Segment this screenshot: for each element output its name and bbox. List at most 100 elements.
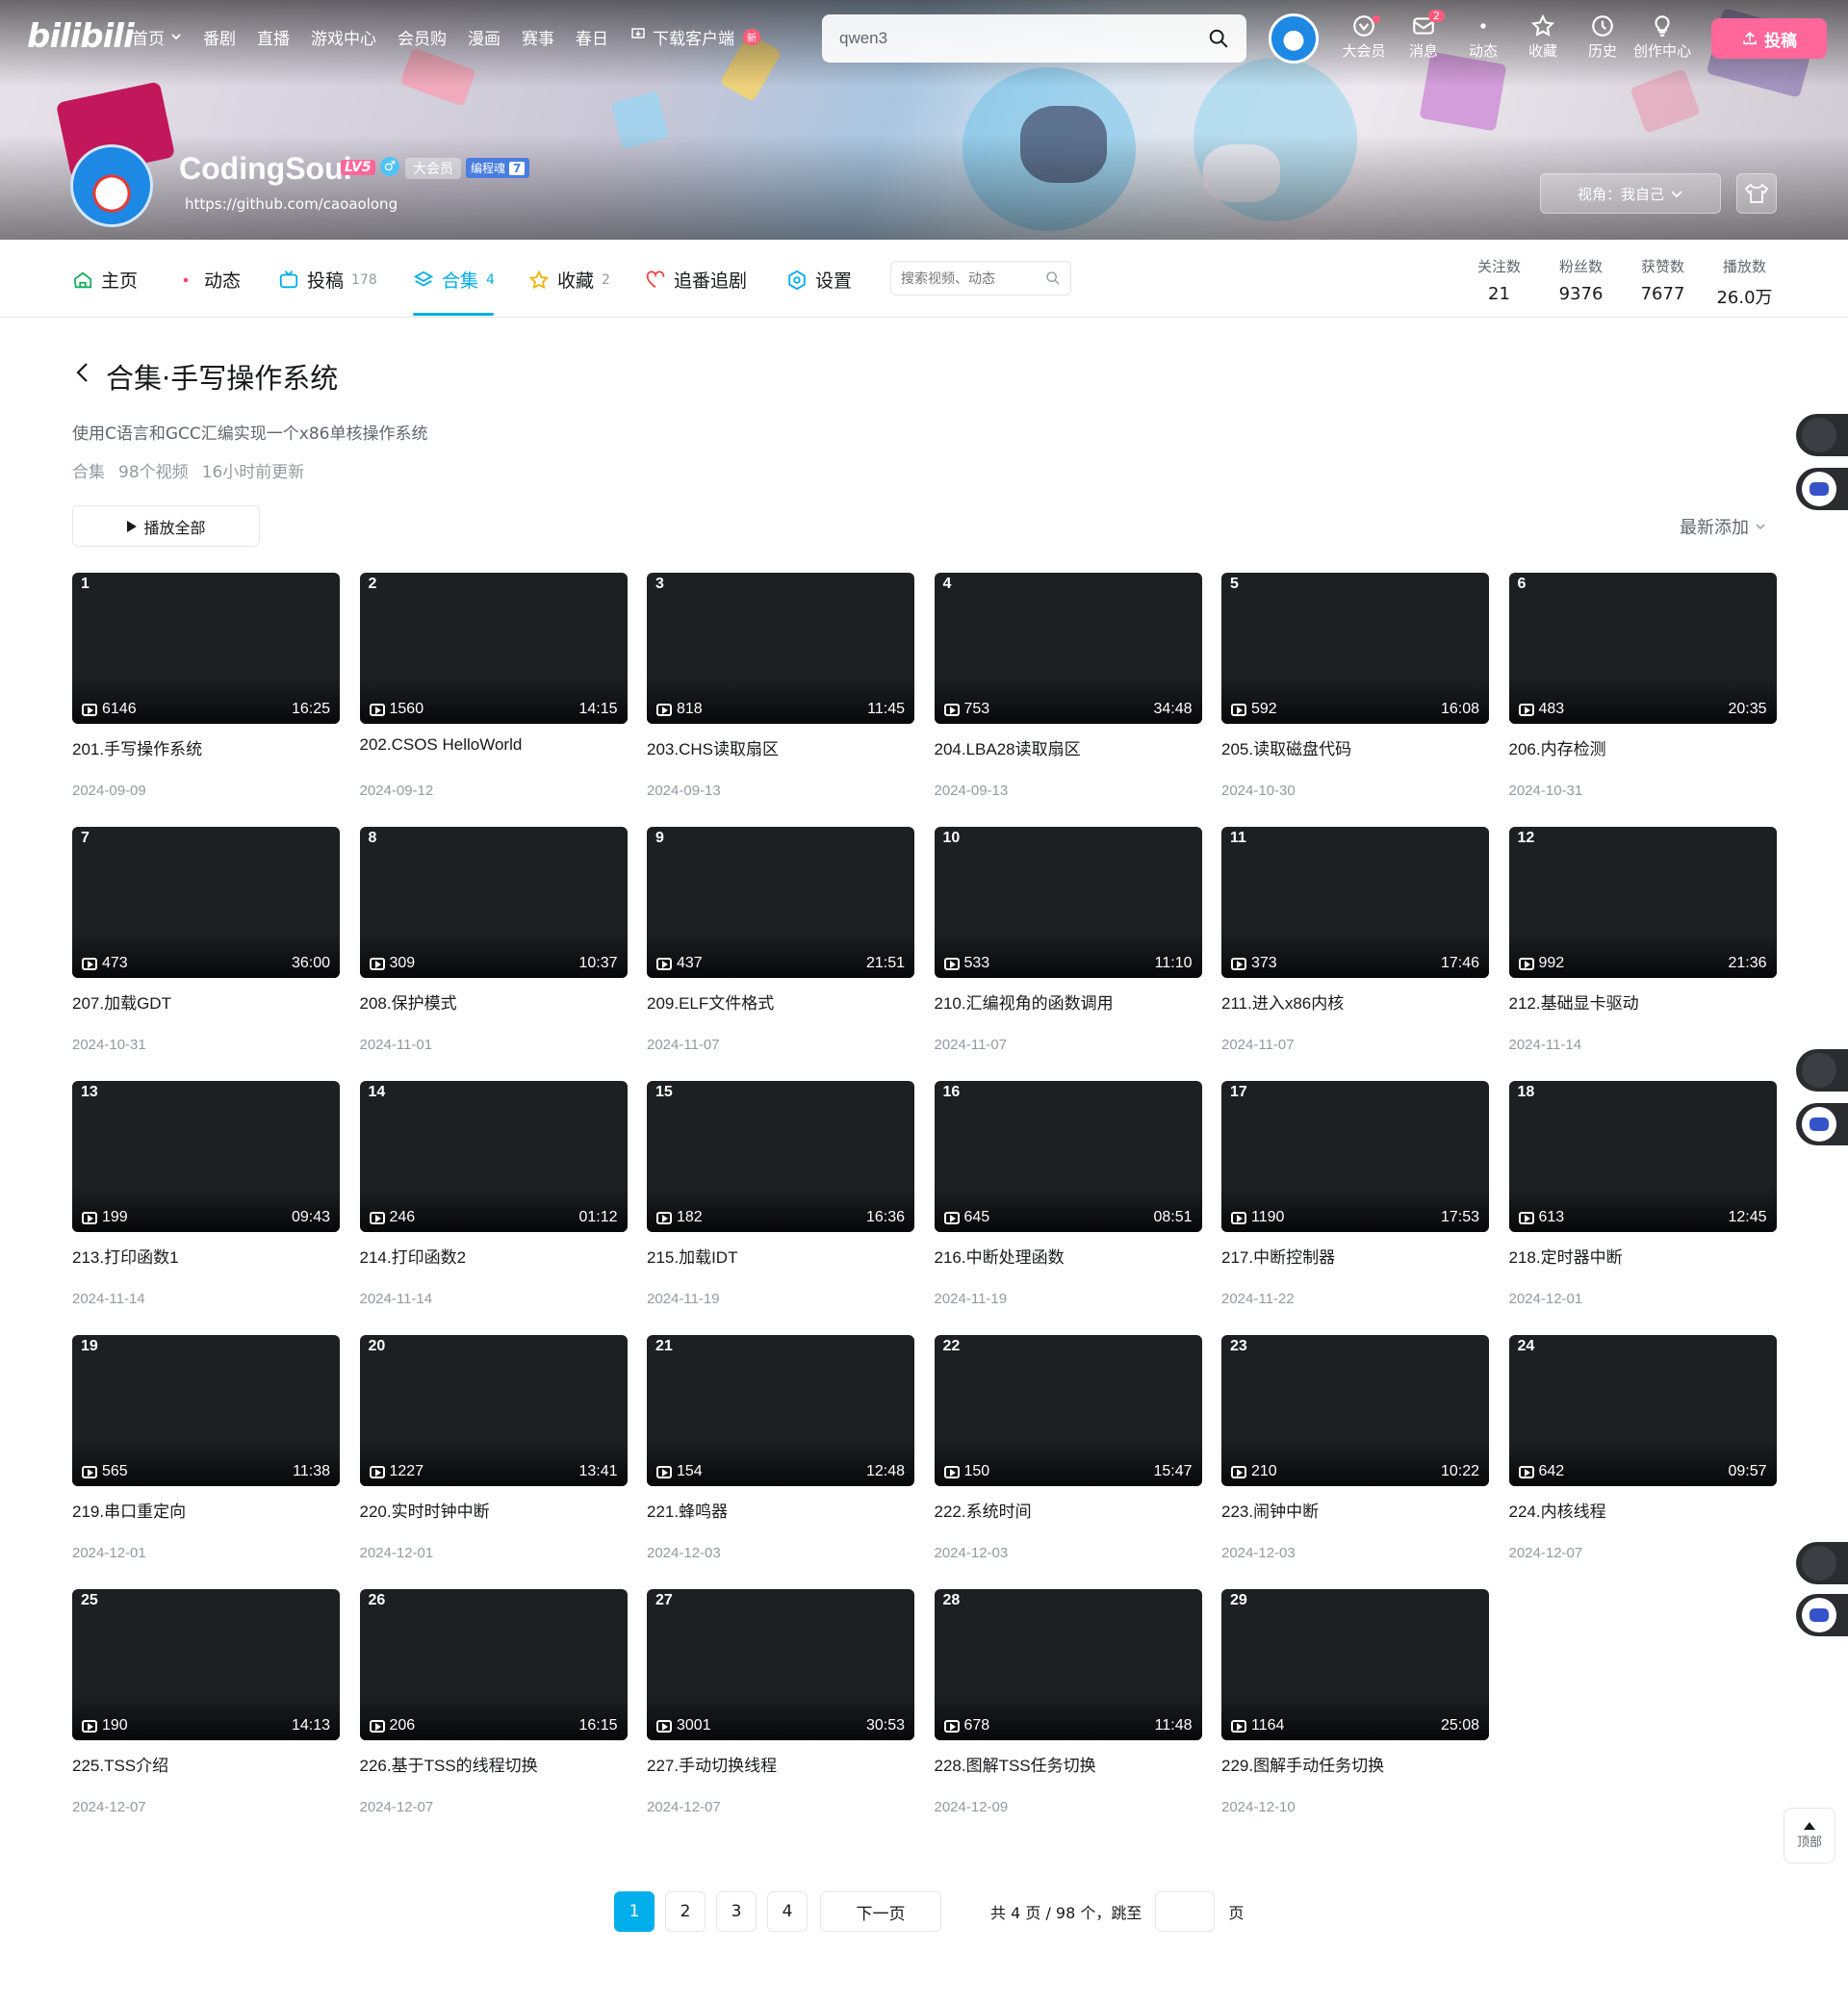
- video-thumbnail[interactable]: 24 642 09:57: [1508, 1335, 1777, 1486]
- video-card[interactable]: 23 210 10:22 223.闹钟中断 2024-12-03: [1221, 1335, 1489, 1589]
- video-thumbnail[interactable]: 28 678 11:48: [934, 1589, 1202, 1740]
- video-title[interactable]: 214.打印函数2: [360, 1244, 628, 1268]
- video-thumbnail[interactable]: 2 1560 14:15: [359, 573, 628, 724]
- video-title[interactable]: 209.ELF文件格式: [647, 989, 914, 1014]
- video-title[interactable]: 228.图解TSS任务切换: [935, 1752, 1202, 1776]
- tab-2[interactable]: 投稿 178: [278, 267, 377, 293]
- page-button[interactable]: 4: [767, 1891, 808, 1932]
- nav-item[interactable]: 春日: [576, 25, 608, 49]
- fan-medal[interactable]: 编程魂 7: [466, 158, 530, 178]
- stat-item[interactable]: 播放数 26.0万: [1704, 256, 1785, 309]
- header-action[interactable]: 消息 2: [1394, 10, 1453, 61]
- nav-item[interactable]: 赛事: [522, 25, 554, 49]
- video-thumbnail[interactable]: 1 6146 16:25: [72, 573, 340, 724]
- video-thumbnail[interactable]: 7 473 36:00: [72, 827, 340, 978]
- video-title[interactable]: 202.CSOS HelloWorld: [360, 735, 628, 755]
- tab-3[interactable]: 合集 4: [413, 267, 495, 293]
- video-title[interactable]: 211.进入x86内核: [1221, 989, 1489, 1014]
- video-thumbnail[interactable]: 27 3001 30:53: [647, 1589, 914, 1740]
- video-thumbnail[interactable]: 4 753 34:48: [934, 573, 1202, 724]
- stat-item[interactable]: 粉丝数 9376: [1540, 256, 1622, 309]
- video-card[interactable]: 16 645 08:51 216.中断处理函数 2024-11-19: [934, 1081, 1202, 1335]
- video-card[interactable]: 22 150 15:47 222.系统时间 2024-12-03: [934, 1335, 1202, 1589]
- video-card[interactable]: 9 437 21:51 209.ELF文件格式 2024-11-07: [647, 827, 914, 1081]
- video-thumbnail[interactable]: 13 199 09:43: [72, 1081, 340, 1232]
- float-widget[interactable]: [1796, 1103, 1848, 1145]
- video-card[interactable]: 5 592 16:08 205.读取磁盘代码 2024-10-30: [1221, 573, 1489, 827]
- video-card[interactable]: 12 992 21:36 212.基础显卡驱动 2024-11-14: [1508, 827, 1777, 1081]
- video-thumbnail[interactable]: 15 182 16:36: [647, 1081, 914, 1232]
- video-card[interactable]: 14 246 01:12 214.打印函数2 2024-11-14: [359, 1081, 628, 1335]
- page-jump-input[interactable]: [1155, 1891, 1216, 1932]
- video-thumbnail[interactable]: 25 190 14:13: [72, 1589, 340, 1740]
- video-title[interactable]: 208.保护模式: [360, 989, 628, 1014]
- nav-item[interactable]: 会员购: [398, 25, 447, 49]
- video-title[interactable]: 205.读取磁盘代码: [1221, 735, 1489, 759]
- video-card[interactable]: 11 373 17:46 211.进入x86内核 2024-11-07: [1221, 827, 1489, 1081]
- video-title[interactable]: 219.串口重定向: [72, 1498, 340, 1522]
- next-page-button[interactable]: 下一页: [820, 1891, 941, 1932]
- video-thumbnail[interactable]: 23 210 10:22: [1221, 1335, 1489, 1486]
- nav-item[interactable]: 下载客户端新: [629, 25, 760, 49]
- video-card[interactable]: 15 182 16:36 215.加载IDT 2024-11-19: [647, 1081, 914, 1335]
- video-card[interactable]: 13 199 09:43 213.打印函数1 2024-11-14: [72, 1081, 340, 1335]
- video-title[interactable]: 213.打印函数1: [72, 1244, 340, 1268]
- page-button[interactable]: 3: [716, 1891, 757, 1932]
- header-action[interactable]: 创作中心: [1632, 13, 1692, 61]
- float-widget[interactable]: [1796, 1594, 1848, 1636]
- video-card[interactable]: 10 533 11:10 210.汇编视角的函数调用 2024-11-07: [934, 827, 1202, 1081]
- video-title[interactable]: 217.中断控制器: [1221, 1244, 1489, 1268]
- video-title[interactable]: 224.内核线程: [1509, 1498, 1777, 1522]
- video-card[interactable]: 2 1560 14:15 202.CSOS HelloWorld 2024-09-12: [359, 573, 628, 827]
- space-search[interactable]: [890, 261, 1071, 295]
- video-card[interactable]: 20 1227 13:41 220.实时时钟中断 2024-12-01: [359, 1335, 628, 1589]
- video-title[interactable]: 207.加载GDT: [72, 989, 340, 1014]
- video-title[interactable]: 212.基础显卡驱动: [1509, 989, 1777, 1014]
- video-thumbnail[interactable]: 10 533 11:10: [934, 827, 1202, 978]
- search-input[interactable]: [839, 29, 1208, 48]
- video-thumbnail[interactable]: 5 592 16:08: [1221, 573, 1489, 724]
- video-card[interactable]: 25 190 14:13 225.TSS介绍 2024-12-07: [72, 1589, 340, 1843]
- skin-button[interactable]: [1736, 173, 1777, 214]
- video-thumbnail[interactable]: 26 206 16:15: [359, 1589, 628, 1740]
- sort-select[interactable]: 最新添加: [1680, 514, 1766, 539]
- video-card[interactable]: 6 483 20:35 206.内存检测 2024-10-31: [1508, 573, 1777, 827]
- video-thumbnail[interactable]: 19 565 11:38: [72, 1335, 340, 1486]
- page-button[interactable]: 1: [614, 1891, 654, 1932]
- float-widget[interactable]: [1796, 1542, 1848, 1584]
- float-widget[interactable]: [1796, 468, 1848, 510]
- video-card[interactable]: 1 6146 16:25 201.手写操作系统 2024-09-09: [72, 573, 340, 827]
- video-card[interactable]: 24 642 09:57 224.内核线程 2024-12-07: [1508, 1335, 1777, 1589]
- back-arrow-icon[interactable]: [73, 358, 92, 387]
- upload-button[interactable]: 投稿: [1711, 18, 1827, 59]
- header-action[interactable]: 历史: [1573, 13, 1632, 61]
- video-title[interactable]: 222.系统时间: [935, 1498, 1202, 1522]
- play-all-button[interactable]: 播放全部: [72, 505, 260, 547]
- video-title[interactable]: 218.定时器中断: [1509, 1244, 1777, 1268]
- header-action[interactable]: 大会员: [1334, 13, 1394, 61]
- video-thumbnail[interactable]: 3 818 11:45: [647, 573, 914, 724]
- video-card[interactable]: 26 206 16:15 226.基于TSS的线程切换 2024-12-07: [359, 1589, 628, 1843]
- video-title[interactable]: 229.图解手动任务切换: [1221, 1752, 1489, 1776]
- video-thumbnail[interactable]: 8 309 10:37: [359, 827, 628, 978]
- nav-item[interactable]: 番剧: [203, 25, 236, 49]
- video-thumbnail[interactable]: 22 150 15:47: [934, 1335, 1202, 1486]
- video-title[interactable]: 223.闹钟中断: [1221, 1498, 1489, 1522]
- bilibili-logo[interactable]: bilibili: [27, 17, 135, 56]
- video-card[interactable]: 27 3001 30:53 227.手动切换线程 2024-12-07: [647, 1589, 914, 1843]
- vip-badge[interactable]: 大会员: [405, 158, 461, 179]
- search-icon[interactable]: [1045, 270, 1061, 286]
- back-to-top-button[interactable]: 顶部: [1784, 1808, 1835, 1863]
- video-thumbnail[interactable]: 11 373 17:46: [1221, 827, 1489, 978]
- video-card[interactable]: 18 613 12:45 218.定时器中断 2024-12-01: [1508, 1081, 1777, 1335]
- tab-4[interactable]: 收藏 2: [528, 267, 610, 293]
- page-button[interactable]: 2: [665, 1891, 706, 1932]
- tab-1[interactable]: 动态: [175, 267, 241, 293]
- video-thumbnail[interactable]: 9 437 21:51: [647, 827, 914, 978]
- header-action[interactable]: 收藏: [1513, 13, 1573, 61]
- search-icon[interactable]: [1208, 28, 1229, 49]
- view-as-select[interactable]: 视角：我自己: [1540, 173, 1721, 214]
- tab-6[interactable]: 设置: [786, 267, 852, 293]
- nav-item[interactable]: 游戏中心: [311, 25, 376, 49]
- stat-item[interactable]: 关注数 21: [1458, 256, 1540, 309]
